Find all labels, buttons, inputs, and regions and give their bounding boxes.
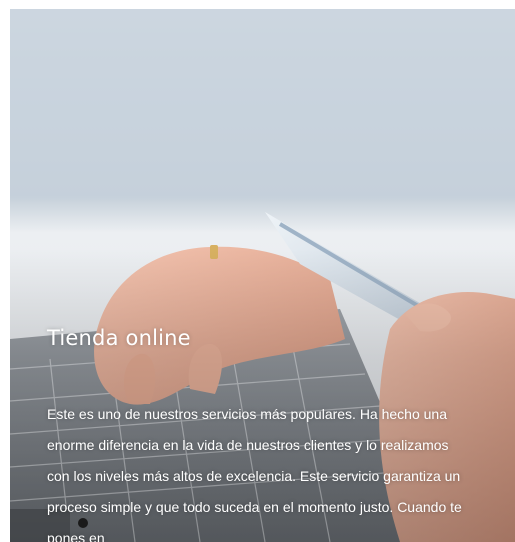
service-card[interactable]: Tienda online Este es uno de nuestros se… bbox=[10, 9, 515, 542]
card-description: Este es uno de nuestros servicios más po… bbox=[47, 406, 462, 542]
card-title: Tienda online bbox=[47, 326, 191, 350]
